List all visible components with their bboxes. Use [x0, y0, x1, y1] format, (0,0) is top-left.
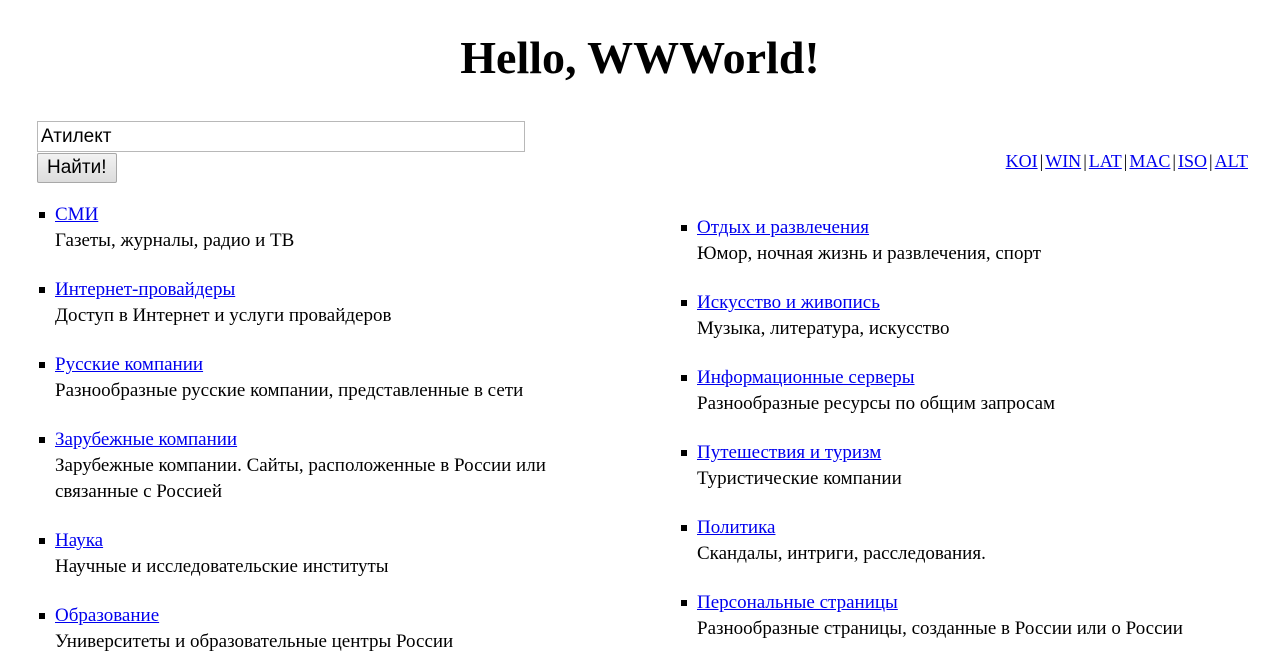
encoding-link-win[interactable]: WIN	[1045, 151, 1081, 171]
search-form: Найти!	[37, 121, 525, 183]
category-description: Юмор, ночная жизнь и развлечения, спорт	[697, 243, 1041, 264]
category-link[interactable]: Интернет-провайдеры	[55, 279, 235, 300]
category-link[interactable]: Русские компании	[55, 354, 203, 375]
bullet-icon	[39, 613, 45, 619]
encoding-link-mac[interactable]: MAC	[1129, 151, 1170, 171]
encoding-link-iso[interactable]: ISO	[1178, 151, 1207, 171]
encoding-separator: |	[1209, 151, 1213, 171]
category-item-leisure: Отдых и развлечения Юмор, ночная жизнь и…	[680, 215, 1260, 267]
category-item-media: СМИ Газеты, журналы, радио и ТВ	[38, 202, 598, 254]
bullet-icon	[39, 287, 45, 293]
category-item-science: Наука Научные и исследовательские инстит…	[38, 528, 598, 580]
category-item-education: Образование Университеты и образовательн…	[38, 603, 598, 655]
encoding-link-koi[interactable]: KOI	[1006, 151, 1038, 171]
category-description: Разнообразные ресурсы по общим запросам	[697, 393, 1056, 414]
bullet-icon	[681, 375, 687, 381]
encoding-link-alt[interactable]: ALT	[1215, 151, 1248, 171]
category-link[interactable]: СМИ	[55, 204, 98, 225]
search-button[interactable]: Найти!	[37, 153, 117, 183]
category-link[interactable]: Путешествия и туризм	[697, 442, 881, 463]
bullet-icon	[681, 600, 687, 606]
category-link[interactable]: Образование	[55, 605, 159, 626]
category-link[interactable]: Информационные серверы	[697, 367, 915, 388]
category-link[interactable]: Наука	[55, 530, 103, 551]
bullet-icon	[39, 437, 45, 443]
category-link[interactable]: Политика	[697, 517, 775, 538]
category-link[interactable]: Искусство и живопись	[697, 292, 880, 313]
category-description: Зарубежные компании. Сайты, расположенны…	[55, 455, 546, 502]
category-item-art: Искусство и живопись Музыка, литература,…	[680, 290, 1260, 342]
page-title: Hello, WWWorld!	[460, 32, 820, 83]
category-description: Разнообразные страницы, созданные в Росс…	[697, 618, 1183, 639]
search-input[interactable]	[37, 121, 525, 152]
category-description: Доступ в Интернет и услуги провайдеров	[55, 305, 392, 326]
category-item-politics: Политика Скандалы, интриги, расследовани…	[680, 515, 1260, 567]
bullet-icon	[681, 225, 687, 231]
category-list-right: Отдых и развлечения Юмор, ночная жизнь и…	[680, 215, 1260, 665]
encoding-separator: |	[1172, 151, 1177, 171]
bullet-icon	[681, 450, 687, 456]
category-item-internet-providers: Интернет-провайдеры Доступ в Интернет и …	[38, 277, 598, 329]
category-item-personal-pages: Персональные страницы Разнообразные стра…	[680, 590, 1260, 642]
category-item-russian-companies: Русские компании Разнообразные русские к…	[38, 352, 598, 404]
category-description: Музыка, литература, искусство	[697, 318, 950, 339]
bullet-icon	[39, 362, 45, 368]
bullet-icon	[681, 525, 687, 531]
bullet-icon	[39, 538, 45, 544]
category-description: Газеты, журналы, радио и ТВ	[55, 230, 295, 251]
bullet-icon	[681, 300, 687, 306]
encoding-separator: |	[1083, 151, 1087, 171]
category-description: Разнообразные русские компании, представ…	[55, 380, 524, 401]
category-link[interactable]: Персональные страницы	[697, 592, 898, 613]
encoding-links: KOI | WIN | LAT | MAC | ISO | ALT	[1006, 149, 1248, 173]
category-description: Научные и исследовательские институты	[55, 556, 389, 577]
category-link[interactable]: Зарубежные компании	[55, 429, 237, 450]
category-link[interactable]: Отдых и развлечения	[697, 217, 869, 238]
category-description: Скандалы, интриги, расследования.	[697, 543, 986, 564]
encoding-link-lat[interactable]: LAT	[1089, 151, 1122, 171]
category-item-travel: Путешествия и туризм Туристические компа…	[680, 440, 1260, 492]
bullet-icon	[39, 212, 45, 218]
category-description: Университеты и образовательные центры Ро…	[55, 631, 454, 652]
category-list-left: СМИ Газеты, журналы, радио и ТВ Интернет…	[38, 202, 598, 666]
category-description: Туристические компании	[697, 468, 902, 489]
category-item-foreign-companies: Зарубежные компании Зарубежные компании.…	[38, 427, 598, 505]
category-item-info-servers: Информационные серверы Разнообразные рес…	[680, 365, 1260, 417]
